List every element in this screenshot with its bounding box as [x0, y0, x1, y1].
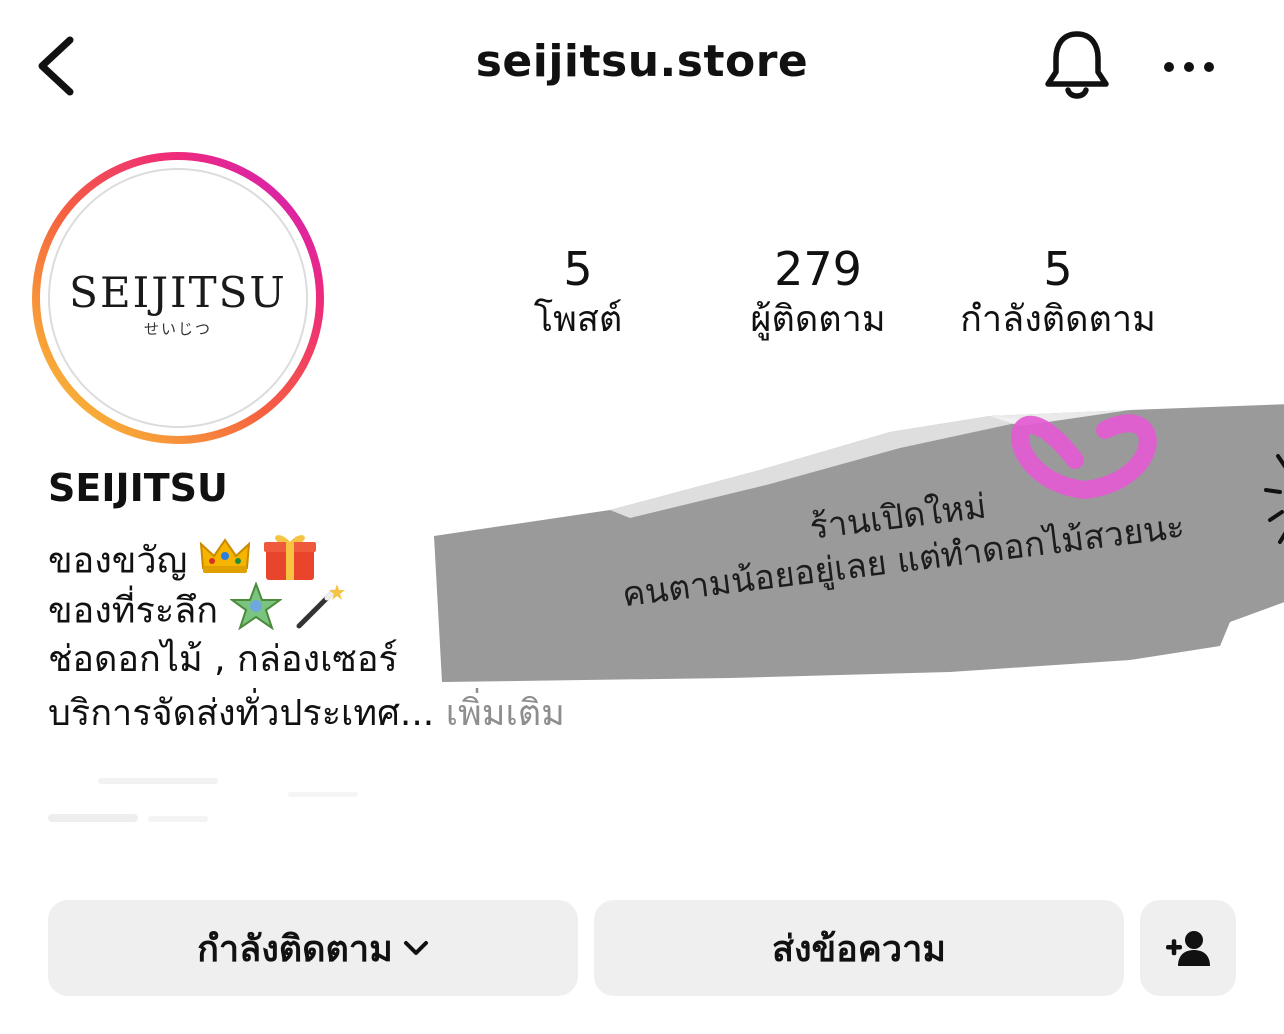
add-user-icon — [1166, 931, 1210, 966]
following-count: 5 — [1043, 242, 1073, 296]
bio-more-link[interactable]: เพิ่มเติม — [446, 693, 565, 734]
avatar-logo-text: SEIJITSU — [69, 268, 287, 317]
avatar-logo-subtext: せいじつ — [143, 320, 212, 338]
stat-following[interactable]: 5 กำลังติดตาม — [938, 240, 1178, 342]
following-label: กำลังติดตาม — [960, 299, 1156, 340]
stat-followers[interactable]: 279 ผู้ติดตาม — [718, 240, 918, 342]
magic-wand-emoji — [293, 582, 345, 643]
more-options-button[interactable] — [1158, 50, 1220, 84]
profile-avatar[interactable]: SEIJITSU せいじつ — [30, 150, 326, 446]
followers-label: ผู้ติดตาม — [750, 299, 886, 340]
chevron-down-icon — [403, 941, 428, 955]
faded-highlights — [48, 778, 358, 822]
top-bar: seijitsu.store — [0, 0, 1284, 135]
bell-icon — [1045, 31, 1109, 99]
message-button-label: ส่งข้อความ — [771, 928, 947, 970]
notifications-button[interactable] — [1040, 28, 1114, 104]
stat-posts[interactable]: 5 โพสต์ — [498, 240, 658, 342]
posts-count: 5 — [563, 242, 593, 296]
profile-page: seijitsu.store SEIJITSU せいじつ 5 โพสต์ 279… — [0, 0, 1284, 1034]
bio-line-3: ช่อดอกไม้ , กล่องเซอร์ — [48, 639, 398, 680]
bio-line-4: บริการจัดส่งทั่วประเทศ... เพิ่มเติม — [48, 690, 565, 738]
following-button-label: กำลังติดตาม — [197, 928, 393, 970]
following-button[interactable]: กำลังติดตาม — [48, 900, 578, 996]
message-button[interactable]: ส่งข้อความ — [594, 900, 1124, 996]
more-horizontal-icon — [1164, 62, 1214, 72]
bio-line-4-text: บริการจัดส่งทั่วประเทศ... — [48, 693, 435, 734]
pinata-emoji — [228, 581, 283, 643]
profile-display-name: SEIJITSU — [48, 466, 228, 510]
add-user-button[interactable] — [1140, 900, 1236, 996]
bio-line-1-text: ของขวัญ — [48, 540, 188, 582]
posts-label: โพสต์ — [533, 299, 623, 340]
bio-line-2: ของที่ระลึก — [48, 581, 345, 643]
bio-line-2-text: ของที่ระลึก — [48, 590, 219, 632]
followers-count: 279 — [774, 242, 862, 296]
